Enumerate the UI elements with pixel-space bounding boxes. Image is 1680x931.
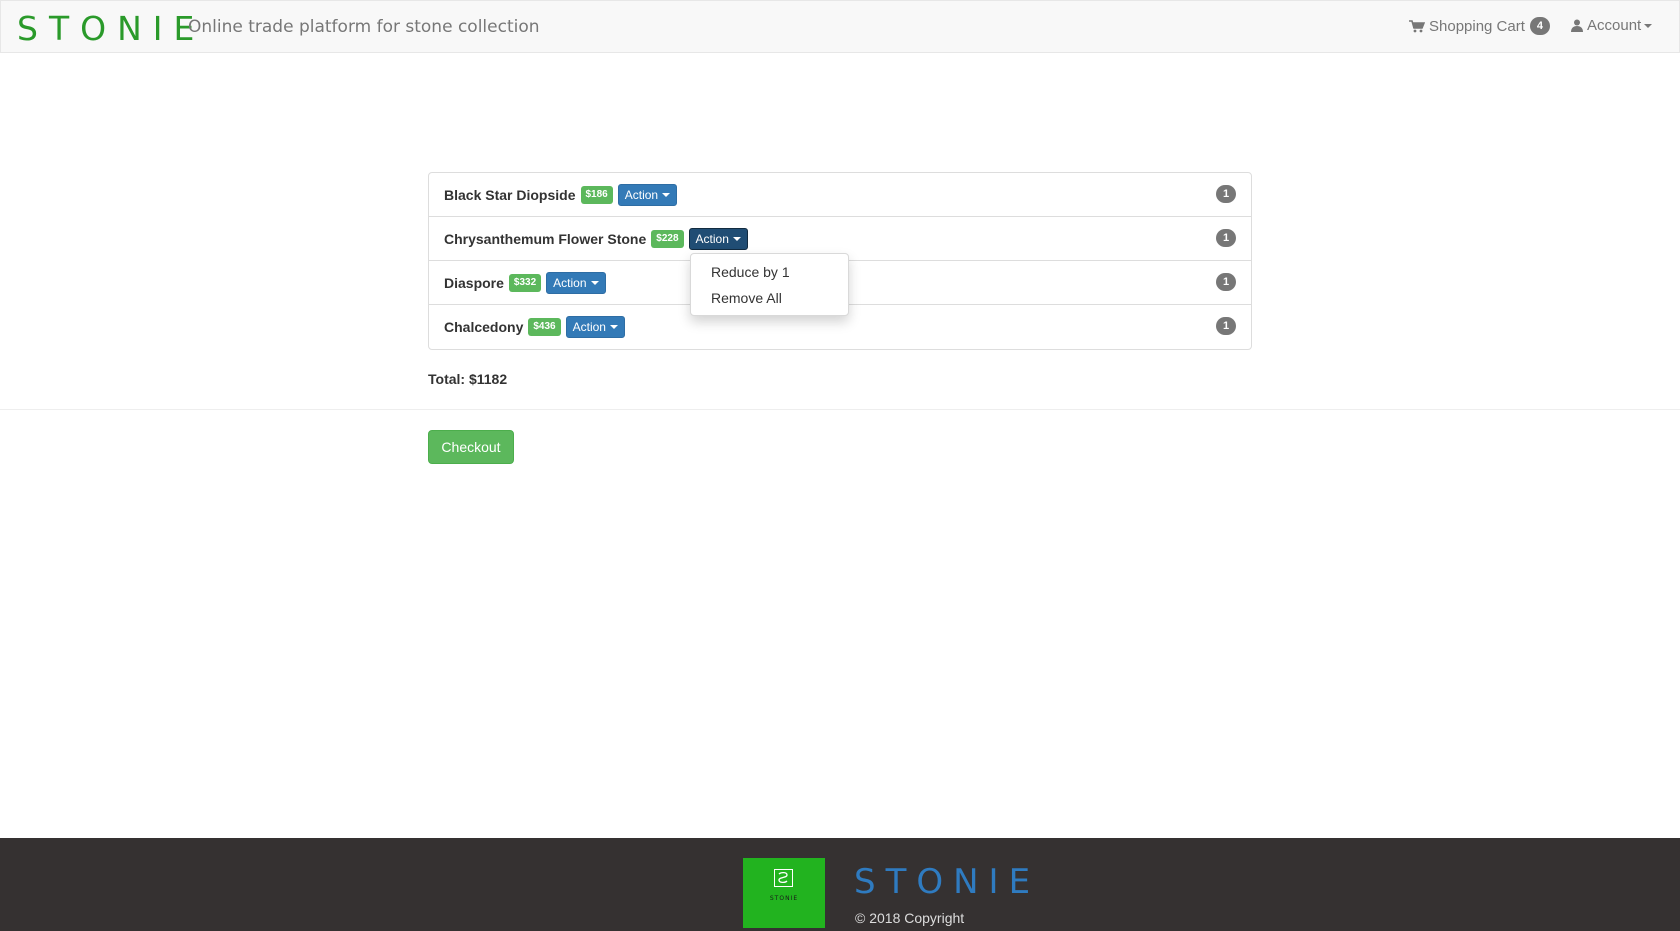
shopping-cart-icon: [1409, 19, 1425, 32]
user-icon: [1571, 19, 1583, 32]
price-label: $186: [580, 185, 613, 204]
action-button[interactable]: Action: [565, 316, 625, 338]
item-name: Chrysanthemum Flower Stone: [444, 230, 647, 247]
shopping-cart-label: Shopping Cart: [1429, 17, 1525, 35]
quantity-badge: 1: [1216, 229, 1236, 247]
price-label: $436: [528, 318, 561, 336]
account-label: Account: [1587, 17, 1642, 34]
checkout-button[interactable]: Checkout: [428, 430, 514, 464]
item-name: Chalcedony: [444, 319, 524, 335]
action-button[interactable]: Action: [688, 227, 748, 250]
action-button[interactable]: Action: [546, 271, 606, 294]
chevron-down-icon: [1644, 23, 1653, 28]
cart-count-badge: 4: [1529, 17, 1550, 35]
action-label: Action: [624, 187, 659, 202]
chevron-down-icon: [609, 325, 618, 329]
cart-item: Black Star Diopside $186 Action 1: [429, 173, 1251, 217]
chevron-down-icon: [732, 236, 741, 241]
footer-brand: STONIE: [854, 862, 1041, 902]
price-label: $228: [651, 229, 684, 248]
action-dropdown-menu: Reduce by 1 Remove All: [690, 253, 849, 316]
chevron-down-icon: [590, 280, 599, 285]
item-name: Diaspore: [444, 274, 504, 291]
cart-total: Total: $1182: [428, 371, 508, 387]
remove-all-option[interactable]: Remove All: [691, 285, 848, 311]
action-button[interactable]: Action: [617, 183, 678, 206]
account-dropdown[interactable]: Account: [1571, 17, 1653, 34]
footer-logo-text: STONIE: [769, 895, 799, 902]
action-label: Action: [695, 231, 729, 246]
quantity-badge: 1: [1216, 185, 1236, 203]
footer: STONIE STONIE © 2018 Copyright: [0, 838, 1680, 931]
price-label: $332: [508, 273, 542, 292]
item-name: Black Star Diopside: [444, 186, 576, 203]
quantity-badge: 1: [1216, 273, 1236, 291]
action-label: Action: [572, 320, 606, 334]
reduce-by-one-option[interactable]: Reduce by 1: [691, 259, 848, 285]
chevron-down-icon: [662, 192, 671, 197]
brand-logo[interactable]: STONIE: [17, 9, 205, 48]
shopping-cart-link[interactable]: Shopping Cart 4: [1409, 17, 1550, 35]
logo-mark-icon: [774, 869, 793, 887]
footer-copyright: © 2018 Copyright: [855, 910, 965, 926]
quantity-badge: 1: [1216, 317, 1236, 335]
divider: [0, 409, 1680, 410]
brand-tagline: Online trade platform for stone collecti…: [188, 17, 540, 37]
footer-logo: STONIE: [743, 858, 825, 928]
navbar: STONIE Online trade platform for stone c…: [0, 0, 1680, 53]
action-label: Action: [553, 275, 587, 290]
